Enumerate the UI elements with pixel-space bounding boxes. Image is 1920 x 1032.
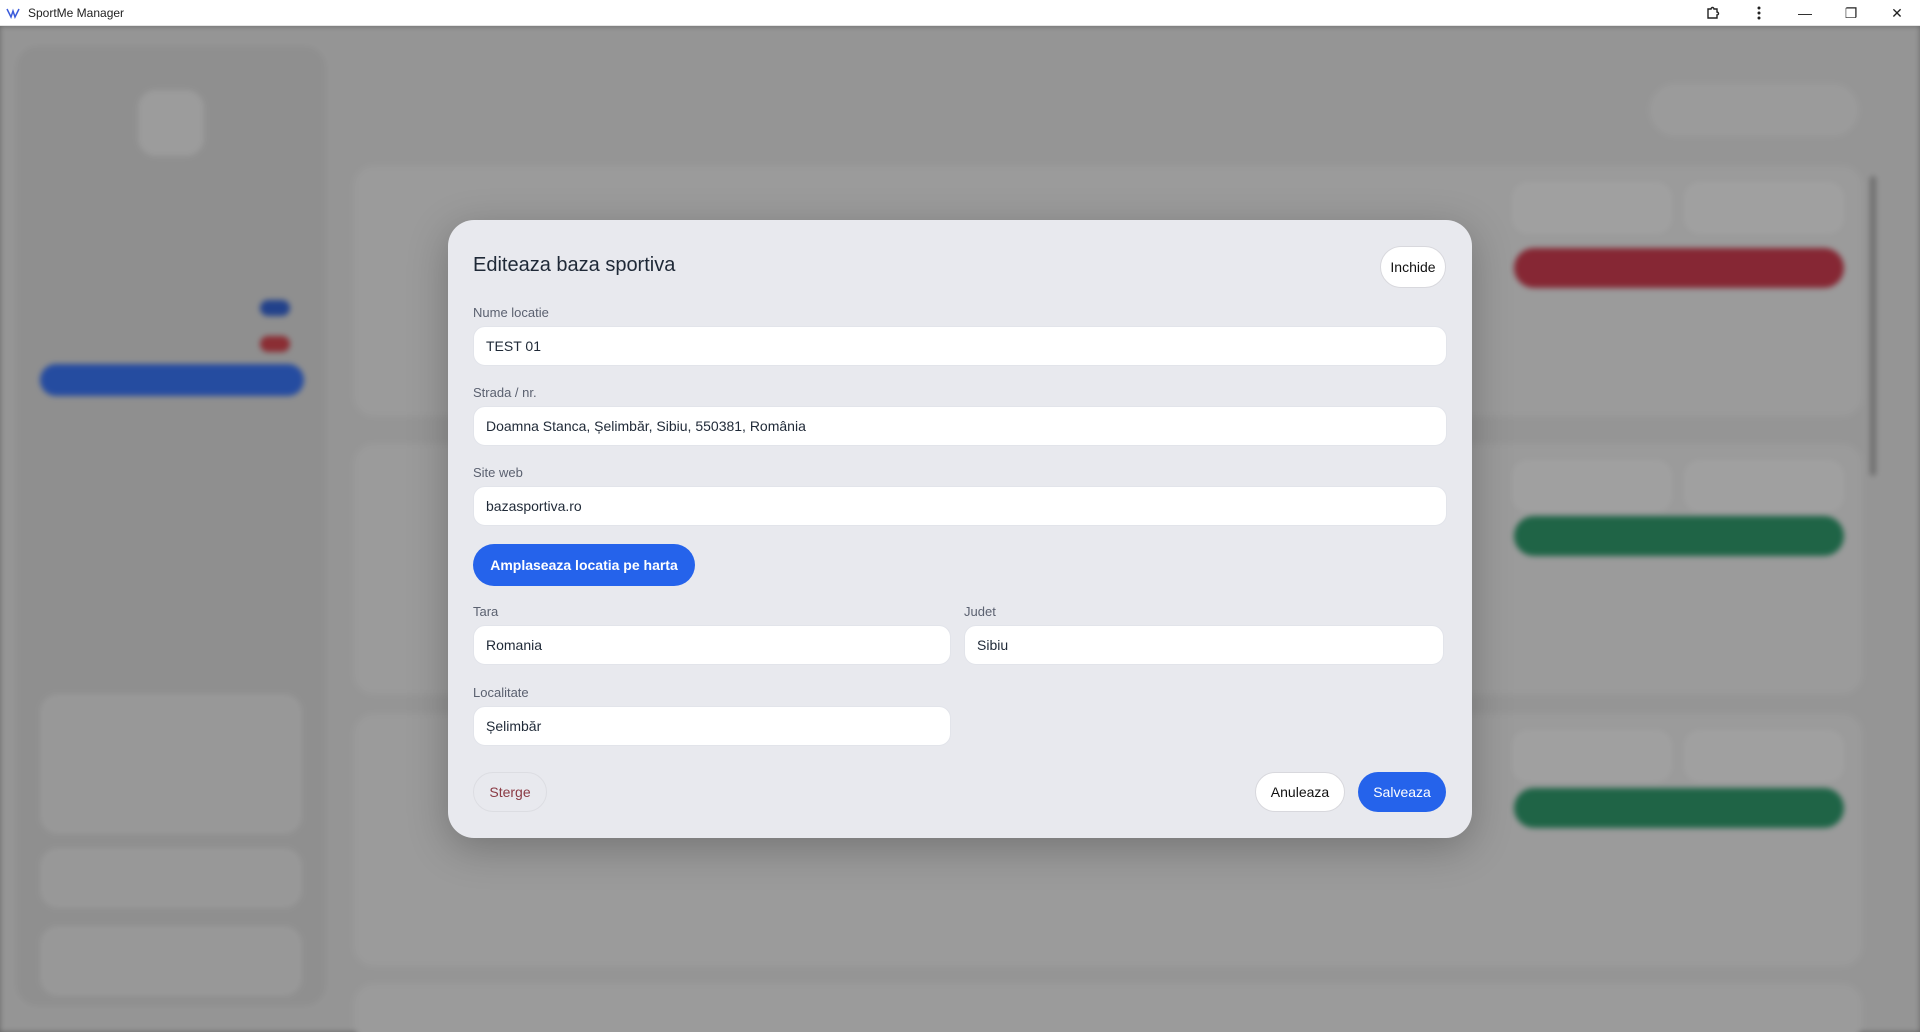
place-on-map-button[interactable]: Amplaseaza locatia pe harta (473, 544, 695, 586)
save-button[interactable]: Salveaza (1358, 772, 1446, 812)
cancel-button[interactable]: Anuleaza (1255, 772, 1345, 812)
window-controls: — ❐ ✕ (1690, 0, 1920, 26)
extensions-button[interactable] (1690, 0, 1736, 26)
close-window-button[interactable]: ✕ (1874, 0, 1920, 26)
country-input[interactable]: Romania (473, 625, 951, 665)
restore-button[interactable]: ❐ (1828, 0, 1874, 26)
website-input[interactable]: bazasportiva.ro (473, 486, 1447, 526)
close-modal-button[interactable]: Inchide (1380, 246, 1446, 288)
county-label: Judet (964, 604, 996, 619)
app-logo-icon (6, 8, 20, 19)
name-label: Nume locatie (473, 305, 549, 320)
street-label: Strada / nr. (473, 385, 537, 400)
country-label: Tara (473, 604, 499, 619)
window-title: SportMe Manager (28, 5, 125, 20)
window-titlebar: SportMe Manager — ❐ ✕ (0, 0, 1920, 26)
modal-title: Editeaza baza sportiva (473, 254, 676, 276)
edit-base-modal: Editeaza baza sportiva Inchide Nume loca… (448, 220, 1472, 838)
more-vertical-icon (1757, 6, 1761, 20)
locality-label: Localitate (473, 685, 529, 700)
county-input[interactable]: Sibiu (964, 625, 1444, 665)
more-menu-button[interactable] (1736, 0, 1782, 26)
website-label: Site web (473, 465, 523, 480)
street-input[interactable]: Doamna Stanca, Șelimbăr, Sibiu, 550381, … (473, 406, 1447, 446)
delete-button[interactable]: Sterge (473, 772, 547, 812)
puzzle-icon (1707, 6, 1720, 19)
minimize-button[interactable]: — (1782, 0, 1828, 26)
name-input[interactable]: TEST 01 (473, 326, 1447, 366)
locality-input[interactable]: Șelimbăr (473, 706, 951, 746)
